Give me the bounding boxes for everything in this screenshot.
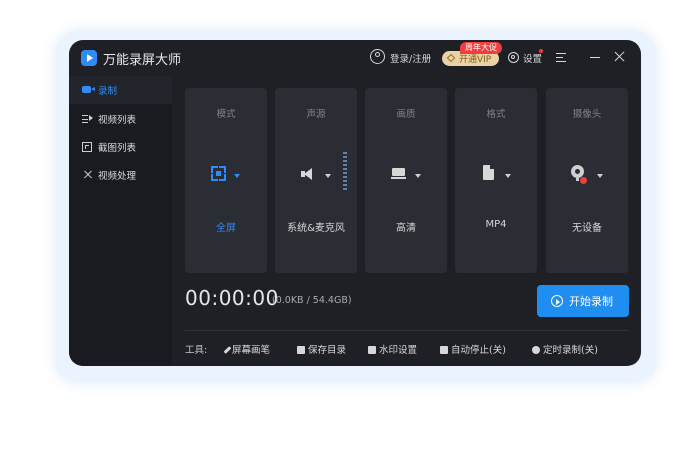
settings-link[interactable]: 设置 — [523, 51, 542, 65]
card-title: 摄像头 — [572, 109, 602, 120]
format-card[interactable]: 格式 MP4 — [455, 88, 537, 273]
no-device-badge — [580, 177, 587, 184]
card-title: 画质 — [396, 109, 416, 120]
divider — [185, 330, 629, 331]
sidebar-item-label: 视频处理 — [98, 171, 137, 182]
chevron-down-icon — [234, 174, 240, 178]
card-value: 全屏 — [216, 223, 236, 234]
close-icon[interactable] — [614, 51, 625, 62]
tool-auto-stop[interactable]: 自动停止(关) — [440, 342, 506, 356]
card-value: 无设备 — [572, 223, 602, 234]
file-size-status: (0.0KB / 54.4GB) — [272, 295, 352, 306]
volume-meter — [343, 152, 347, 192]
tool-screen-pen[interactable]: 屏幕画笔 — [223, 342, 270, 356]
card-title: 声源 — [306, 109, 326, 120]
webcam-card[interactable]: 摄像头 无设备 — [546, 88, 628, 273]
screenshot-list-icon — [82, 142, 92, 152]
chevron-down-icon — [415, 174, 421, 178]
chevron-down-icon — [505, 174, 511, 178]
sidebar-item-video-list[interactable]: 视频列表 — [69, 105, 172, 133]
start-record-label: 开始录制 — [569, 295, 613, 308]
mode-card[interactable]: 模式 全屏 — [185, 88, 267, 273]
monitor-icon — [391, 168, 406, 179]
fullscreen-icon — [211, 166, 226, 181]
video-list-icon — [82, 114, 93, 124]
user-icon[interactable] — [370, 49, 385, 64]
sidebar-item-label: 录制 — [98, 86, 118, 97]
tool-scheduled-record[interactable]: 定时录制(关) — [532, 342, 598, 356]
sidebar-item-video-edit[interactable]: 视频处理 — [69, 161, 172, 189]
start-record-button[interactable]: 开始录制 — [537, 285, 629, 317]
play-icon — [551, 295, 563, 307]
sidebar: 录制 视频列表 截图列表 视频处理 — [69, 76, 172, 366]
card-title: 模式 — [216, 109, 236, 120]
audio-source-card[interactable]: 声源 系统&麦克风 — [275, 88, 357, 273]
menu-icon[interactable] — [556, 53, 566, 63]
gear-icon[interactable] — [508, 52, 519, 63]
sidebar-item-record[interactable]: 录制 — [69, 76, 172, 104]
app-window: 万能录屏大师 登录/注册 开通VIP 周年大促 设置 录制 视频列表 截图列表 … — [69, 40, 641, 366]
app-logo-icon — [81, 50, 97, 66]
app-title: 万能录屏大师 — [103, 53, 182, 68]
tools-bar: 工具: 屏幕画笔 保存目录 水印设置 自动停止(关) 定时录制(关) — [185, 342, 635, 356]
title-bar: 万能录屏大师 登录/注册 开通VIP 周年大促 设置 — [69, 40, 641, 76]
chevron-down-icon — [597, 174, 603, 178]
tool-save-folder[interactable]: 保存目录 — [297, 342, 346, 356]
record-timer: 00:00:00 — [185, 286, 279, 310]
card-value: 高清 — [396, 223, 416, 234]
sidebar-item-label: 截图列表 — [98, 143, 137, 154]
pen-icon — [223, 346, 232, 354]
card-value: MP4 — [485, 219, 507, 230]
card-value: 系统&麦克风 — [287, 223, 345, 234]
folder-icon — [297, 346, 305, 354]
sidebar-item-screenshot-list[interactable]: 截图列表 — [69, 133, 172, 161]
file-icon — [483, 165, 494, 180]
card-title: 格式 — [486, 109, 506, 120]
sidebar-item-label: 视频列表 — [98, 115, 137, 126]
video-edit-icon — [82, 170, 93, 180]
tool-watermark[interactable]: 水印设置 — [368, 342, 417, 356]
camera-icon — [82, 86, 95, 93]
promo-badge: 周年大促 — [460, 42, 502, 54]
tools-label: 工具: — [185, 345, 208, 356]
notification-dot — [539, 49, 543, 53]
speaker-icon — [301, 168, 315, 180]
quality-card[interactable]: 画质 高清 — [365, 88, 447, 273]
auto-stop-icon — [440, 346, 448, 354]
chevron-down-icon — [325, 174, 331, 178]
diamond-icon — [446, 53, 456, 63]
watermark-icon — [368, 346, 376, 354]
clock-icon — [532, 346, 540, 354]
login-link[interactable]: 登录/注册 — [390, 51, 431, 65]
minimize-icon[interactable] — [590, 57, 600, 59]
